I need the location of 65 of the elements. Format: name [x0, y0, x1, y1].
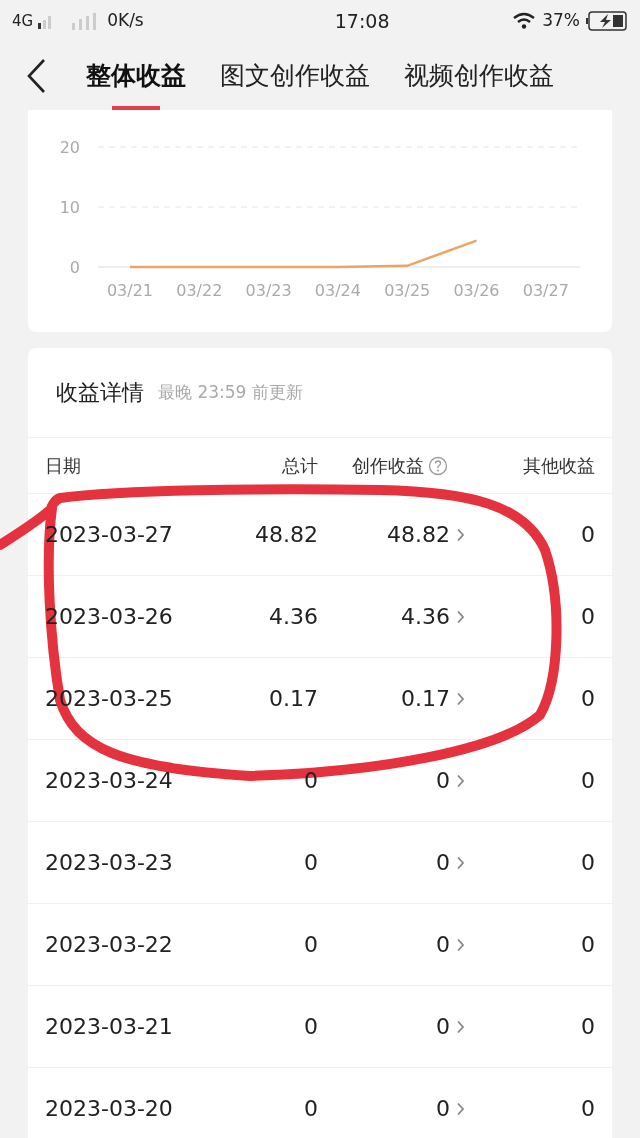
chevron-right-icon[interactable]	[456, 773, 465, 788]
axis-tick-label: 03/21	[106, 281, 154, 300]
column-header: 总计	[282, 454, 318, 478]
chevron-right-icon[interactable]	[456, 1019, 465, 1034]
network-label: 4G	[12, 10, 34, 32]
table-cell-text: 2023-03-24	[45, 767, 173, 795]
back-icon[interactable]	[26, 58, 46, 94]
table-cell-text: 48.82	[255, 521, 318, 549]
axis-tick-label: 03/25	[384, 281, 431, 300]
table-cell-text: 0	[581, 603, 595, 631]
help-icon[interactable]	[428, 455, 448, 476]
network-speed: 0K/s	[107, 9, 144, 33]
chevron-right-icon[interactable]	[456, 855, 465, 870]
column-header: 创作收益	[352, 454, 424, 478]
table-cell-text: 4.36	[401, 603, 450, 631]
axis-tick-label: 03/22	[176, 281, 223, 300]
table-cell-text: 2023-03-23	[45, 849, 173, 877]
table-cell-text: 0	[436, 931, 450, 959]
axis-tick-label: 20	[59, 138, 80, 157]
table-cell-text: 0	[436, 1095, 450, 1123]
table-cell-text: 0.17	[401, 685, 450, 713]
axis-tick-label: 0	[69, 258, 80, 277]
table-cell-text: 0	[436, 767, 450, 795]
table-cell-text: 0	[581, 931, 595, 959]
tab[interactable]: 视频创作收益	[404, 42, 554, 110]
table-cell-text: 0	[581, 1013, 595, 1041]
table-cell-text: 0	[581, 1095, 595, 1123]
table-cell-text: 0	[304, 931, 318, 959]
table-cell-text: 0	[304, 1013, 318, 1041]
axis-tick-label: 10	[59, 198, 80, 217]
section-title: 收益详情	[56, 379, 144, 407]
table-cell-text: 48.82	[387, 521, 450, 549]
axis-tick-label: 03/24	[314, 281, 361, 300]
table-cell-text: 4.36	[269, 603, 318, 631]
tab[interactable]: 整体收益	[86, 42, 186, 110]
chevron-right-icon[interactable]	[456, 937, 465, 952]
signal-icon	[37, 13, 54, 29]
table-cell-text: 0	[304, 849, 318, 877]
chevron-right-icon[interactable]	[456, 1101, 465, 1116]
chevron-right-icon[interactable]	[456, 527, 465, 542]
tab[interactable]: 图文创作收益	[220, 42, 370, 110]
table-cell-text: 0	[436, 1013, 450, 1041]
table-cell-text: 2023-03-21	[45, 1013, 173, 1041]
table-cell-text: 0	[436, 849, 450, 877]
column-header: 其他收益	[523, 454, 595, 478]
table-cell-text: 0	[581, 849, 595, 877]
wifi-icon	[512, 12, 537, 30]
chevron-right-icon[interactable]	[456, 609, 465, 624]
chevron-right-icon[interactable]	[456, 691, 465, 706]
table-cell-text: 0	[581, 767, 595, 795]
update-note: 最晚 23:59 前更新	[158, 380, 303, 404]
signal-icon	[71, 12, 98, 30]
axis-tick-label: 03/27	[522, 281, 569, 300]
table-cell-text: 0.17	[269, 685, 318, 713]
table-cell-text: 0	[304, 1095, 318, 1123]
battery-charging-icon	[586, 11, 628, 31]
table-cell-text: 2023-03-20	[45, 1095, 173, 1123]
table-cell-text: 2023-03-22	[45, 931, 173, 959]
table-cell-text: 0	[581, 685, 595, 713]
battery-percent: 37%	[542, 9, 580, 33]
axis-tick-label: 03/23	[245, 281, 292, 300]
clock: 17:08	[333, 8, 391, 34]
axis-tick-label: 03/26	[453, 281, 500, 300]
table-cell-text: 0	[581, 521, 595, 549]
column-header: 日期	[45, 454, 81, 478]
